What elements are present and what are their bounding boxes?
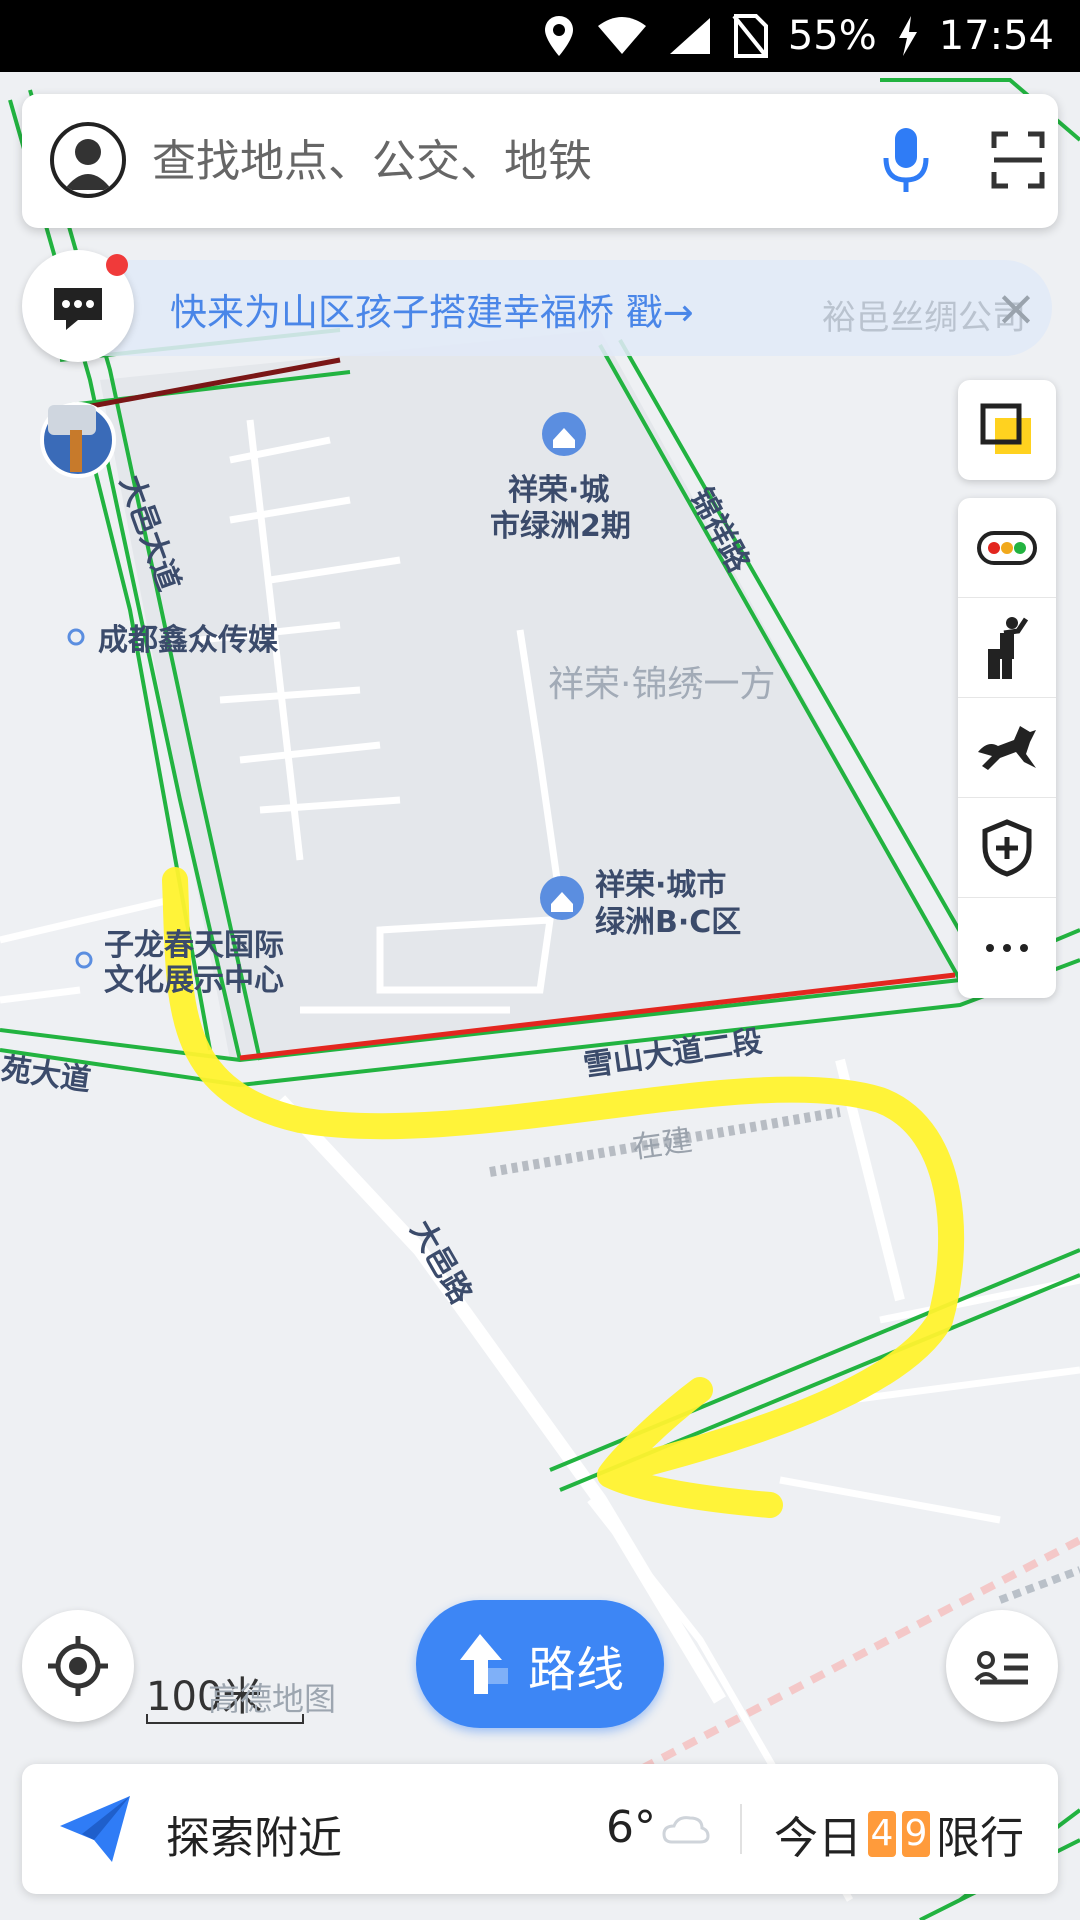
signal-icon xyxy=(668,16,712,56)
route-list-button[interactable] xyxy=(946,1610,1058,1722)
list-icon xyxy=(974,1651,1028,1685)
map-label-chengdu-media: 成都鑫众传媒 xyxy=(98,623,279,658)
map-label-xiangrong-bc-line2: 绿洲B·C区 xyxy=(595,905,741,940)
traffic-restriction[interactable]: 今日 4 9 限行 xyxy=(774,1802,1024,1866)
search-bar xyxy=(22,94,1058,228)
divider xyxy=(740,1804,742,1854)
paper-plane-icon[interactable] xyxy=(58,1794,132,1864)
promo-banner[interactable]: 快来为山区孩子搭建幸福桥 戳→ 裕邑丝绸公司 × xyxy=(22,260,1052,356)
map-label-jinxiu-yifang: 祥荣·锦绣一方 xyxy=(548,664,775,705)
avatar-icon[interactable] xyxy=(50,122,126,198)
search-input[interactable] xyxy=(152,128,712,194)
no-sim-icon xyxy=(732,14,768,58)
limit-suffix: 限行 xyxy=(936,1813,1024,1864)
map-label-xiangrong-2-line2: 市绿洲2期 xyxy=(490,509,631,544)
cloud-icon xyxy=(662,1814,710,1844)
status-bar: 55% 17:54 xyxy=(0,0,1080,72)
map-label-zilong-line2: 文化展示中心 xyxy=(104,963,284,998)
pedestrian-icon[interactable] xyxy=(958,598,1056,698)
amap-logo: 高德地图 xyxy=(208,1680,337,1718)
hammer-marker-icon xyxy=(40,402,116,478)
crosshair-icon xyxy=(48,1636,108,1696)
shield-plus-icon[interactable] xyxy=(958,798,1056,898)
microphone-icon[interactable] xyxy=(878,124,934,196)
location-icon xyxy=(542,14,576,58)
limit-prefix: 今日 xyxy=(774,1813,862,1864)
scan-icon[interactable] xyxy=(990,130,1046,190)
poi-xiangrong-bc-icon xyxy=(540,876,584,920)
poi-xiangrong-2-icon xyxy=(542,412,586,456)
clock: 17:54 xyxy=(938,13,1054,59)
temperature: 6° xyxy=(606,1802,656,1853)
map-label-zilong-line1: 子龙春天国际 xyxy=(104,928,284,963)
battery-percent: 55% xyxy=(787,13,877,59)
horse-icon[interactable] xyxy=(958,698,1056,798)
route-button[interactable]: 路线 xyxy=(416,1600,664,1728)
map-label-xiangrong-bc-line1: 祥荣·城市 xyxy=(595,868,726,903)
locate-button[interactable] xyxy=(22,1610,134,1722)
explore-nearby[interactable]: 探索附近 xyxy=(166,1802,342,1866)
wifi-icon xyxy=(596,16,648,56)
map-label-xiangrong-2-line1: 祥荣·城 xyxy=(508,473,609,508)
bottom-bar: 探索附近 6° 今日 4 9 限行 xyxy=(22,1764,1058,1894)
arrow-up-icon xyxy=(460,1634,508,1694)
limit-digit-2: 9 xyxy=(902,1811,930,1857)
traffic-icon[interactable] xyxy=(958,498,1056,598)
close-icon[interactable]: × xyxy=(988,280,1044,336)
more-icon[interactable] xyxy=(958,898,1056,998)
route-label: 路线 xyxy=(528,1642,625,1698)
limit-digit-1: 4 xyxy=(868,1811,896,1857)
layers-panel xyxy=(958,380,1056,480)
banner-text[interactable]: 快来为山区孩子搭建幸福桥 戳→ xyxy=(170,282,694,336)
notification-dot xyxy=(106,254,128,276)
charging-icon xyxy=(897,16,919,56)
tools-panel xyxy=(958,498,1056,998)
layers-icon[interactable] xyxy=(958,380,1056,480)
